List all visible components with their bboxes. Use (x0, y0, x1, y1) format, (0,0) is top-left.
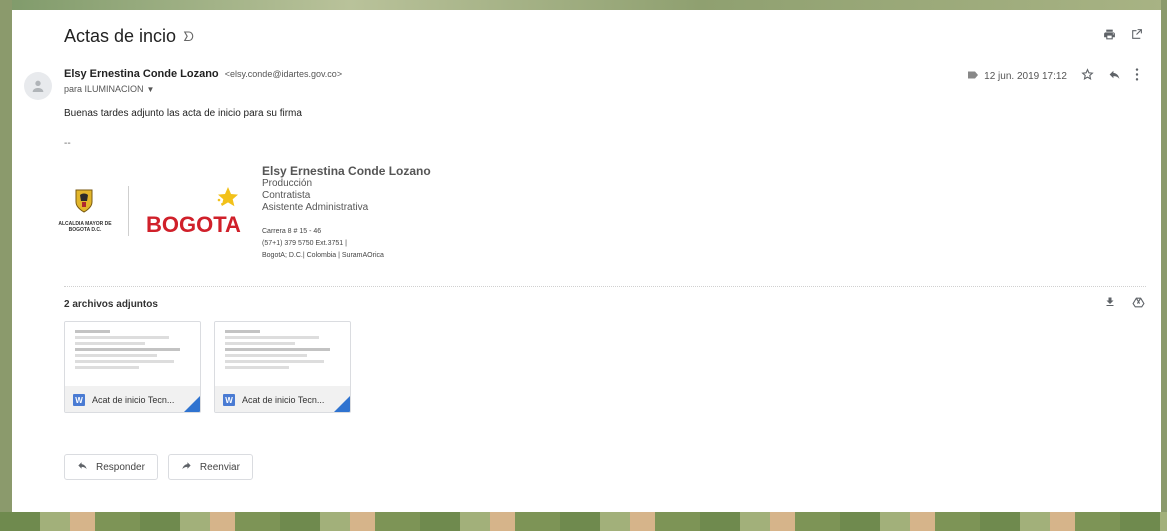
open-new-window-icon[interactable] (1130, 28, 1143, 44)
avatar (24, 72, 52, 100)
chevron-down-icon[interactable]: ▼ (147, 85, 155, 94)
signature-department: Producción (262, 178, 313, 189)
label-icon[interactable] (967, 70, 979, 83)
signature-role: Contratista (262, 190, 311, 201)
attachments-actions (1104, 296, 1145, 312)
recipient-label: para ILUMINACION (64, 84, 144, 94)
attachment-thumbnail (215, 322, 350, 386)
signature-name: Elsy Ernestina Conde Lozano (262, 164, 431, 178)
attachments-title: 2 archivos adjuntos (64, 299, 158, 310)
signature-text: Elsy Ernestina Conde Lozano Producción C… (262, 164, 431, 262)
message-date: 12 jun. 2019 17:12 (984, 70, 1067, 82)
download-icon[interactable] (1104, 296, 1116, 312)
snooze-label-icon[interactable]: ᗤ (183, 29, 194, 45)
message-meta: 12 jun. 2019 17:12 (967, 68, 1139, 84)
sender-name[interactable]: Elsy Ernestina Conde Lozano (64, 68, 219, 80)
star-icon[interactable] (1081, 68, 1094, 84)
attachment-footer: W Acat de inicio Tecn... (65, 386, 200, 412)
more-vert-icon[interactable] (1135, 68, 1139, 84)
word-doc-icon: W (223, 394, 235, 406)
doc-corner-icon (184, 396, 200, 412)
reply-icon (77, 460, 88, 474)
alcaldia-logo-text: ALCALDIA MAYOR DE BOGOTA D.C. (58, 221, 112, 233)
signature-city: BogotA; D.C.| Colombia | SuramAOrica (262, 252, 384, 259)
signature-phone: (57+1) 379 5750 Ext.3751 | (262, 240, 347, 247)
reply-label: Responder (96, 461, 145, 473)
attachment-card[interactable]: W Acat de inicio Tecn... (64, 321, 201, 413)
logo-divider (128, 186, 129, 236)
sender-email: <elsy.conde@idartes.gov.co> (224, 69, 343, 79)
attachment-card[interactable]: W Acat de inicio Tecn... (214, 321, 351, 413)
save-to-drive-icon[interactable] (1132, 296, 1145, 312)
recipient-line[interactable]: para ILUMINACION ▼ (64, 84, 342, 94)
signature-separator: -- (64, 138, 71, 149)
signature-logos: ALCALDIA MAYOR DE BOGOTA D.C. BOGOTA (54, 186, 244, 246)
attachment-name: Acat de inicio Tecn... (92, 395, 175, 405)
attachment-name: Acat de inicio Tecn... (242, 395, 325, 405)
reply-icon[interactable] (1108, 68, 1121, 84)
coat-of-arms-icon (75, 189, 93, 213)
top-actions (1103, 28, 1143, 44)
reply-actions: Responder Reenviar (64, 454, 253, 480)
signature-address: Carrera 8 # 15 - 46 (262, 228, 322, 235)
attachment-footer: W Acat de inicio Tecn... (215, 386, 350, 412)
email-panel: Actas de incio ᗤ Elsy Ernestina Conde Lo… (12, 10, 1161, 512)
subject-row: Actas de incio ᗤ (64, 26, 194, 47)
reply-button[interactable]: Responder (64, 454, 158, 480)
bogota-star-icon (217, 187, 238, 207)
forward-label: Reenviar (199, 461, 240, 473)
email-subject: Actas de incio (64, 26, 177, 46)
email-body: Buenas tardes adjunto las acta de inicio… (64, 108, 302, 119)
forward-icon (181, 460, 192, 474)
word-doc-icon: W (73, 394, 85, 406)
forward-button[interactable]: Reenviar (167, 454, 253, 480)
date-wrap: 12 jun. 2019 17:12 (967, 70, 1067, 83)
sender-block: Elsy Ernestina Conde Lozano <elsy.conde@… (64, 68, 342, 94)
bogota-logo-text: BOGOTA (146, 212, 241, 237)
print-icon[interactable] (1103, 28, 1116, 44)
attachment-thumbnail (65, 322, 200, 386)
doc-corner-icon (334, 396, 350, 412)
signature-position: Asistente Administrativa (262, 202, 369, 213)
attachments-divider (64, 286, 1146, 287)
